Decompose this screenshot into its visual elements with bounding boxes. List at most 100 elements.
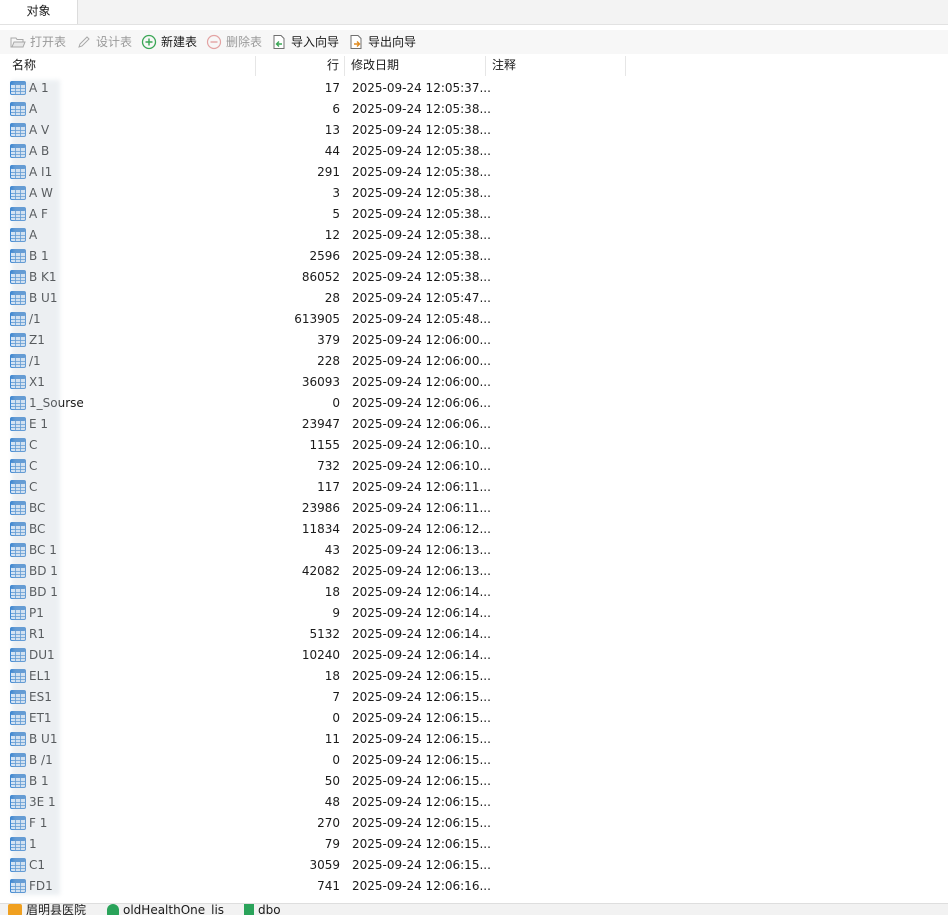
table-row-count: 23947 bbox=[301, 417, 340, 431]
column-name-label: 名称 bbox=[12, 58, 37, 72]
table-row-count: 11834 bbox=[301, 522, 340, 536]
table-modified-date: 2025-09-24 12:06:00... bbox=[352, 375, 491, 389]
status-schema[interactable]: dbo bbox=[244, 904, 281, 915]
table-modified-date: 2025-09-24 12:06:16... bbox=[352, 879, 491, 893]
table-row-count: 0 bbox=[332, 711, 340, 725]
table-row-count: 18 bbox=[324, 669, 340, 683]
export-wizard-label: 导出向导 bbox=[368, 35, 417, 49]
table-modified-date: 2025-09-24 12:06:15... bbox=[352, 711, 491, 725]
table-row-count: 18 bbox=[324, 585, 340, 599]
table-row-count: 7 bbox=[332, 690, 340, 704]
table-row-count: 23986 bbox=[301, 501, 340, 515]
table-row[interactable]: A W 3 2025-09-24 12:05:38... bbox=[0, 183, 948, 204]
column-header-rows[interactable]: 行 bbox=[256, 56, 345, 76]
connection-icon bbox=[8, 904, 22, 915]
table-row[interactable]: E 1 23947 2025-09-24 12:06:06... bbox=[0, 414, 948, 435]
table-modified-date: 2025-09-24 12:05:38... bbox=[352, 228, 491, 242]
table-row[interactable]: A V 13 2025-09-24 12:05:38... bbox=[0, 120, 948, 141]
table-row[interactable]: C 117 2025-09-24 12:06:11... bbox=[0, 477, 948, 498]
column-header-modified[interactable]: 修改日期 bbox=[345, 56, 486, 76]
table-row[interactable]: R1 5132 2025-09-24 12:06:14... bbox=[0, 624, 948, 645]
table-row[interactable]: /1 228 2025-09-24 12:06:00... bbox=[0, 351, 948, 372]
table-modified-date: 2025-09-24 12:05:38... bbox=[352, 123, 491, 137]
table-row[interactable]: B U1 28 2025-09-24 12:05:47... bbox=[0, 288, 948, 309]
open-table-label: 打开表 bbox=[30, 35, 67, 49]
table-modified-date: 2025-09-24 12:05:47... bbox=[352, 291, 491, 305]
table-modified-date: 2025-09-24 12:06:15... bbox=[352, 816, 491, 830]
table-row[interactable]: BD 1 18 2025-09-24 12:06:14... bbox=[0, 582, 948, 603]
table-modified-date: 2025-09-24 12:06:14... bbox=[352, 585, 491, 599]
table-row[interactable]: B 1 50 2025-09-24 12:06:15... bbox=[0, 771, 948, 792]
table-row[interactable]: A 1 17 2025-09-24 12:05:37... bbox=[0, 78, 948, 99]
delete-table-label: 删除表 bbox=[226, 35, 263, 49]
tab-objects-label: 对象 bbox=[26, 4, 51, 18]
table-row[interactable]: P1 9 2025-09-24 12:06:14... bbox=[0, 603, 948, 624]
delete-table-button[interactable]: 删除表 bbox=[206, 30, 262, 54]
import-wizard-button[interactable]: 导入向导 bbox=[271, 30, 339, 54]
plus-circle-icon bbox=[141, 34, 157, 50]
table-row[interactable]: F 1 270 2025-09-24 12:06:15... bbox=[0, 813, 948, 834]
table-row[interactable]: BC 23986 2025-09-24 12:06:11... bbox=[0, 498, 948, 519]
status-bar: 眉明县医院 oldHealthOne_lis dbo bbox=[0, 903, 948, 915]
table-row-count: 17 bbox=[324, 81, 340, 95]
table-row[interactable]: B /1 0 2025-09-24 12:06:15... bbox=[0, 750, 948, 771]
table-row[interactable]: BD 1 42082 2025-09-24 12:06:13... bbox=[0, 561, 948, 582]
table-row[interactable]: ET1 0 2025-09-24 12:06:15... bbox=[0, 708, 948, 729]
table-row[interactable]: BC 1 43 2025-09-24 12:06:13... bbox=[0, 540, 948, 561]
table-row[interactable]: C 1155 2025-09-24 12:06:10... bbox=[0, 435, 948, 456]
table-row[interactable]: A F 5 2025-09-24 12:05:38... bbox=[0, 204, 948, 225]
table-row[interactable]: Z1 379 2025-09-24 12:06:00... bbox=[0, 330, 948, 351]
table-row[interactable]: FD1 741 2025-09-24 12:06:16... bbox=[0, 876, 948, 897]
table-row[interactable]: A B 44 2025-09-24 12:05:38... bbox=[0, 141, 948, 162]
table-row[interactable]: BC 11834 2025-09-24 12:06:12... bbox=[0, 519, 948, 540]
table-row[interactable]: B 1 2596 2025-09-24 12:05:38... bbox=[0, 246, 948, 267]
minus-circle-icon bbox=[206, 34, 222, 50]
design-table-button[interactable]: 设计表 bbox=[76, 30, 132, 54]
table-row-count: 5 bbox=[332, 207, 340, 221]
table-modified-date: 2025-09-24 12:05:38... bbox=[352, 165, 491, 179]
status-schema-label: dbo bbox=[258, 903, 281, 915]
table-row[interactable]: /1 613905 2025-09-24 12:05:48... bbox=[0, 309, 948, 330]
table-modified-date: 2025-09-24 12:06:15... bbox=[352, 774, 491, 788]
table-row-count: 11 bbox=[324, 732, 340, 746]
table-modified-date: 2025-09-24 12:06:10... bbox=[352, 438, 491, 452]
tab-objects[interactable]: 对象 bbox=[0, 0, 78, 24]
table-row[interactable]: ES1 7 2025-09-24 12:06:15... bbox=[0, 687, 948, 708]
status-connection[interactable]: 眉明县医院 bbox=[8, 904, 86, 915]
table-row[interactable]: C1 3059 2025-09-24 12:06:15... bbox=[0, 855, 948, 876]
table-row-count: 43 bbox=[324, 543, 340, 557]
table-modified-date: 2025-09-24 12:06:15... bbox=[352, 837, 491, 851]
table-row[interactable]: A 12 2025-09-24 12:05:38... bbox=[0, 225, 948, 246]
status-database[interactable]: oldHealthOne_lis bbox=[107, 904, 224, 915]
table-row[interactable]: X1 36093 2025-09-24 12:06:00... bbox=[0, 372, 948, 393]
table-row-count: 10240 bbox=[301, 648, 340, 662]
column-rows-label: 行 bbox=[326, 58, 339, 72]
table-row[interactable]: A I1 291 2025-09-24 12:05:38... bbox=[0, 162, 948, 183]
open-table-button[interactable]: 打开表 bbox=[10, 30, 66, 54]
table-modified-date: 2025-09-24 12:05:38... bbox=[352, 270, 491, 284]
table-row[interactable]: B U1 11 2025-09-24 12:06:15... bbox=[0, 729, 948, 750]
table-modified-date: 2025-09-24 12:06:00... bbox=[352, 354, 491, 368]
table-row[interactable]: 3E 1 48 2025-09-24 12:06:15... bbox=[0, 792, 948, 813]
table-modified-date: 2025-09-24 12:06:00... bbox=[352, 333, 491, 347]
schema-icon bbox=[244, 904, 254, 915]
table-header: 名称 行 修改日期 注释 bbox=[0, 56, 948, 76]
column-header-name[interactable]: 名称 bbox=[6, 56, 256, 76]
table-row[interactable]: 1 79 2025-09-24 12:06:15... bbox=[0, 834, 948, 855]
column-header-comment[interactable]: 注释 bbox=[486, 56, 626, 76]
table-row[interactable]: C 732 2025-09-24 12:06:10... bbox=[0, 456, 948, 477]
table-row[interactable]: A 6 2025-09-24 12:05:38... bbox=[0, 99, 948, 120]
table-row[interactable]: EL1 18 2025-09-24 12:06:15... bbox=[0, 666, 948, 687]
table-modified-date: 2025-09-24 12:06:14... bbox=[352, 627, 491, 641]
new-table-button[interactable]: 新建表 bbox=[141, 30, 197, 54]
table-row[interactable]: B K1 86052 2025-09-24 12:05:38... bbox=[0, 267, 948, 288]
table-modified-date: 2025-09-24 12:06:10... bbox=[352, 459, 491, 473]
export-wizard-button[interactable]: 导出向导 bbox=[348, 30, 416, 54]
table-row-count: 42082 bbox=[301, 564, 340, 578]
table-row[interactable]: 1_Sourse 0 2025-09-24 12:06:06... bbox=[0, 393, 948, 414]
table-row-count: 86052 bbox=[301, 270, 340, 284]
table-row[interactable]: DU1 10240 2025-09-24 12:06:14... bbox=[0, 645, 948, 666]
table-modified-date: 2025-09-24 12:05:38... bbox=[352, 186, 491, 200]
table-row-count: 0 bbox=[332, 396, 340, 410]
table-row-count: 270 bbox=[317, 816, 340, 830]
